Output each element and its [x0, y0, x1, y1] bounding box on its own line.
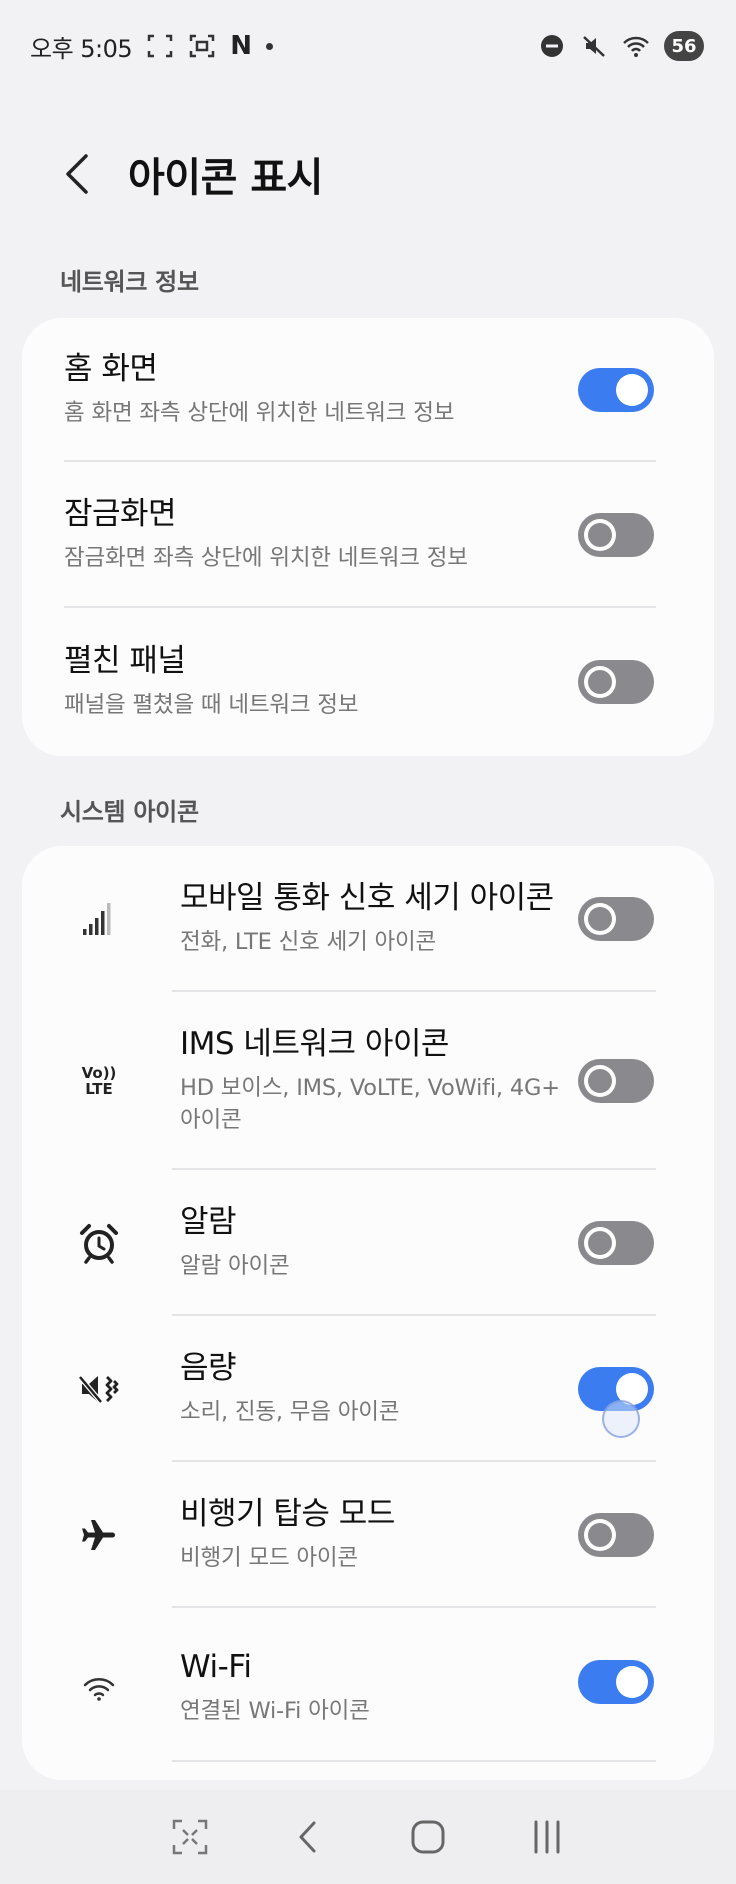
row-subtitle: 비행기 모드 아이콘 [180, 1545, 358, 1572]
row-subtitle: 소리, 진동, 무음 아이콘 [180, 1399, 400, 1426]
navigation-bar [0, 1790, 736, 1884]
row-subtitle: 연결된 Wi-Fi 아이콘 [180, 1698, 370, 1725]
divider [172, 1760, 656, 1762]
row-title: 음량 [180, 1350, 237, 1387]
toggle-home-screen[interactable] [578, 368, 654, 412]
row-title: 알람 [180, 1204, 237, 1241]
row-icon-wrap [62, 1221, 136, 1265]
network-card: 홈 화면 홈 화면 좌측 상단에 위치한 네트워크 정보 잠금화면 잠금화면 좌… [22, 318, 714, 756]
toggle-expanded-panel[interactable] [578, 660, 654, 704]
toggle-wifi[interactable] [578, 1660, 654, 1704]
back-arrow-icon [66, 154, 88, 194]
toggle-knob [584, 666, 616, 698]
wifi-icon [83, 1678, 115, 1701]
row-title: 모바일 통화 신호 세기 아이콘 [180, 880, 554, 917]
nav-recents-icon [534, 1820, 559, 1854]
toggle-alarm[interactable] [578, 1221, 654, 1265]
mute-icon [580, 32, 608, 60]
volte-icon-bottom-text: LTE [85, 1080, 113, 1098]
nav-home-button[interactable] [398, 1807, 458, 1867]
row-title: IMS 네트워크 아이콘 [180, 1026, 449, 1062]
app-header: 아이콘 표시 [0, 120, 736, 228]
screen-capture-icon [188, 32, 216, 60]
system-icons-card: 모바일 통화 신호 세기 아이콘 전화, LTE 신호 세기 아이콘 Vo)) … [22, 846, 714, 1780]
toggle-knob [584, 1065, 616, 1097]
row-subtitle: 알람 아이콘 [180, 1253, 290, 1280]
notification-n-icon: N [230, 31, 252, 61]
row-subtitle: 패널을 펼쳤을 때 네트워크 정보 [64, 692, 359, 719]
alarm-clock-icon [80, 1224, 118, 1264]
toggle-ims-network[interactable] [578, 1059, 654, 1103]
setting-row-expanded-panel[interactable]: 펼친 패널 패널을 펼쳤을 때 네트워크 정보 [22, 608, 714, 756]
row-title: 홈 화면 [64, 351, 158, 388]
setting-row-home-screen[interactable]: 홈 화면 홈 화면 좌측 상단에 위치한 네트워크 정보 [22, 318, 714, 462]
setting-row-ims-network[interactable]: Vo)) LTE IMS 네트워크 아이콘 HD 보이스, IMS, VoLTE… [22, 992, 714, 1170]
row-subtitle: HD 보이스, IMS, VoLTE, VoWifi, 4G+ 아이콘 [180, 1074, 560, 1134]
toggle-knob [616, 1666, 648, 1698]
toggle-knob [584, 1227, 616, 1259]
toggle-signal-strength[interactable] [578, 897, 654, 941]
signal-strength-icon [83, 903, 111, 935]
section-label-system-icons: 시스템 아이콘 [60, 798, 199, 826]
do-not-disturb-icon [538, 32, 566, 60]
row-icon-wrap: Vo)) LTE [62, 1063, 136, 1098]
row-title: 잠금화면 [64, 496, 177, 533]
row-subtitle: 전화, LTE 신호 세기 아이콘 [180, 929, 437, 956]
vibrate-mute-icon [78, 1375, 119, 1404]
nav-home-icon [411, 1820, 444, 1854]
setting-row-signal-strength[interactable]: 모바일 통화 신호 세기 아이콘 전화, LTE 신호 세기 아이콘 [22, 846, 714, 992]
row-title: 비행기 탑승 모드 [180, 1496, 395, 1533]
setting-row-volume[interactable]: 음량 소리, 진동, 무음 아이콘 [22, 1316, 714, 1462]
nav-back-icon [299, 1821, 315, 1853]
toggle-knob [616, 374, 648, 406]
battery-indicator: 56 [664, 31, 704, 61]
volte-icon: Vo)) LTE [81, 1063, 117, 1098]
row-icon-wrap [62, 1666, 136, 1710]
row-subtitle: 홈 화면 좌측 상단에 위치한 네트워크 정보 [64, 400, 455, 427]
section-label-network: 네트워크 정보 [60, 268, 199, 296]
toggle-knob [584, 903, 616, 935]
toggle-airplane-mode[interactable] [578, 1513, 654, 1557]
row-title: Wi-Fi [180, 1649, 252, 1686]
row-icon-wrap [62, 1367, 136, 1411]
row-icon-wrap [62, 1513, 136, 1557]
wifi-status-icon [622, 32, 650, 60]
row-subtitle: 잠금화면 좌측 상단에 위치한 네트워크 정보 [64, 545, 468, 572]
touch-indicator [602, 1400, 640, 1438]
toggle-lock-screen[interactable] [578, 513, 654, 557]
more-notifications-dot-icon [265, 42, 273, 50]
setting-row-alarm[interactable]: 알람 알람 아이콘 [22, 1170, 714, 1316]
toggle-knob [584, 1519, 616, 1551]
row-title: 펼친 패널 [64, 643, 186, 680]
airplane-icon [82, 1520, 115, 1550]
screenshot-icon [146, 32, 174, 60]
volte-icon-top-text: Vo)) [81, 1063, 117, 1082]
status-bar: 오후 5:05 N 56 [0, 0, 736, 92]
setting-row-lock-screen[interactable]: 잠금화면 잠금화면 좌측 상단에 위치한 네트워크 정보 [22, 462, 714, 608]
screen-capture-icon [172, 1819, 207, 1855]
nav-capture-button[interactable] [160, 1807, 220, 1867]
back-button[interactable] [48, 144, 108, 204]
nav-back-button[interactable] [279, 1807, 339, 1867]
page-title: 아이콘 표시 [128, 155, 323, 201]
row-icon-wrap [62, 897, 136, 941]
status-right: 56 [538, 31, 704, 61]
setting-row-wifi[interactable]: Wi-Fi 연결된 Wi-Fi 아이콘 [22, 1608, 714, 1768]
status-left: 오후 5:05 N [30, 29, 273, 64]
status-time: 오후 5:05 [30, 34, 133, 63]
setting-row-airplane-mode[interactable]: 비행기 탑승 모드 비행기 모드 아이콘 [22, 1462, 714, 1608]
nav-recents-button[interactable] [517, 1807, 577, 1867]
toggle-knob [584, 519, 616, 551]
